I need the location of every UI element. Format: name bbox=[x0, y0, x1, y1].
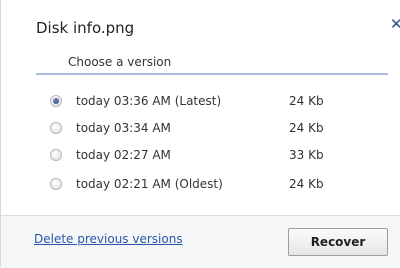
radio-button-selected[interactable] bbox=[50, 95, 62, 107]
version-size: 33 Kb bbox=[289, 148, 324, 162]
close-icon[interactable]: ✕ bbox=[390, 16, 400, 32]
version-label: today 03:36 AM (Latest) bbox=[76, 94, 222, 108]
version-option-2[interactable]: today 02:27 AM 33 Kb bbox=[50, 145, 350, 165]
version-size: 24 Kb bbox=[289, 121, 324, 135]
delete-previous-versions-link[interactable]: Delete previous versions bbox=[34, 232, 183, 246]
version-option-1[interactable]: today 03:34 AM 24 Kb bbox=[50, 118, 350, 138]
dialog-title: Disk info.png bbox=[36, 19, 135, 37]
version-label: today 03:34 AM bbox=[76, 121, 171, 135]
version-option-3[interactable]: today 02:21 AM (Oldest) 24 Kb bbox=[50, 174, 350, 194]
version-label: today 02:21 AM (Oldest) bbox=[76, 177, 223, 191]
version-option-0[interactable]: today 03:36 AM (Latest) 24 Kb bbox=[50, 91, 350, 111]
version-size: 24 Kb bbox=[289, 177, 324, 191]
version-label: today 02:27 AM bbox=[76, 148, 171, 162]
radio-button[interactable] bbox=[50, 178, 62, 190]
divider bbox=[36, 73, 388, 75]
recover-button[interactable]: Recover bbox=[288, 228, 388, 256]
version-size: 24 Kb bbox=[289, 94, 324, 108]
dialog-subtitle: Choose a version bbox=[68, 55, 172, 69]
version-dialog: Disk info.png ✕ Choose a version today 0… bbox=[0, 0, 400, 268]
radio-button[interactable] bbox=[50, 122, 62, 134]
dialog-footer: Delete previous versions Recover bbox=[1, 215, 400, 268]
radio-button[interactable] bbox=[50, 149, 62, 161]
